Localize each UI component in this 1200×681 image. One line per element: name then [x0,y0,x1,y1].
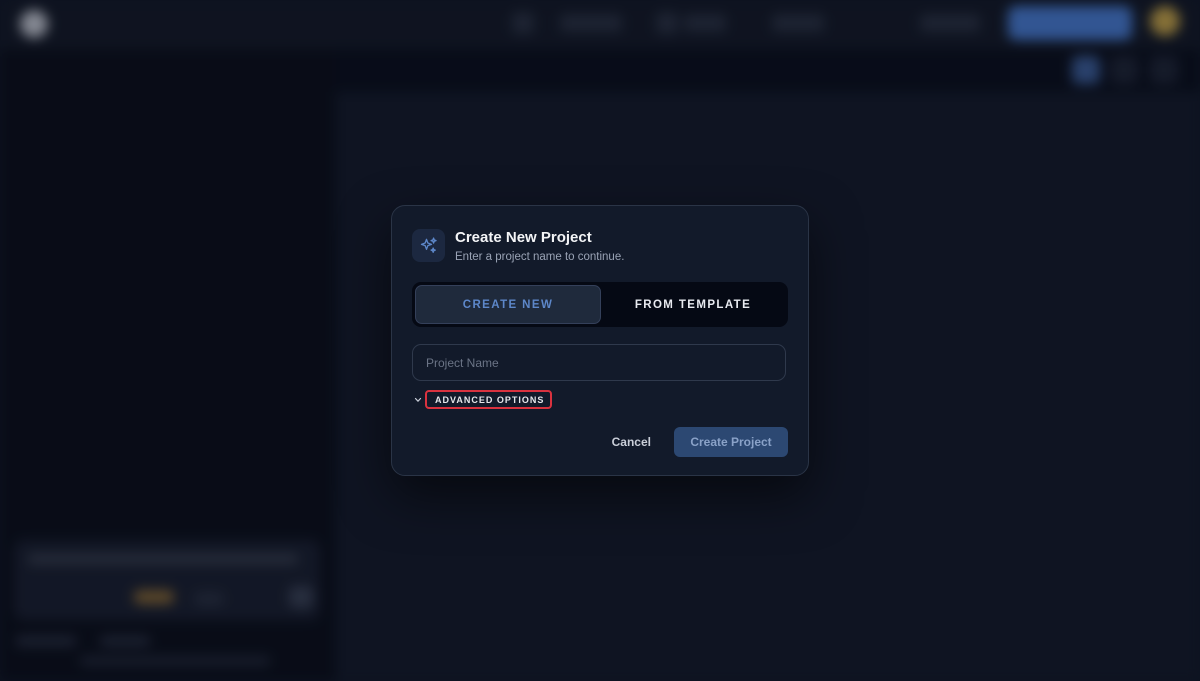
create-project-button[interactable]: Create Project [674,427,788,457]
dialog-footer: Cancel Create Project [612,427,788,457]
tab-create-new[interactable]: CREATE NEW [415,285,601,324]
advanced-options-button[interactable]: ADVANCED OPTIONS [425,390,553,409]
dialog-header: Create New Project Enter a project name … [412,228,624,264]
advanced-options-toggle: ADVANCED OPTIONS [414,390,553,409]
tab-from-template[interactable]: FROM TEMPLATE [601,285,785,324]
create-project-dialog: Create New Project Enter a project name … [391,205,809,476]
dialog-subtitle: Enter a project name to continue. [455,251,625,263]
sparkles-icon [412,229,445,262]
mode-tabs: CREATE NEW FROM TEMPLATE [412,282,788,327]
chevron-down-icon [414,396,422,404]
cancel-button[interactable]: Cancel [612,435,651,449]
project-name-input[interactable] [412,344,786,381]
dialog-title: Create New Project [455,229,592,246]
